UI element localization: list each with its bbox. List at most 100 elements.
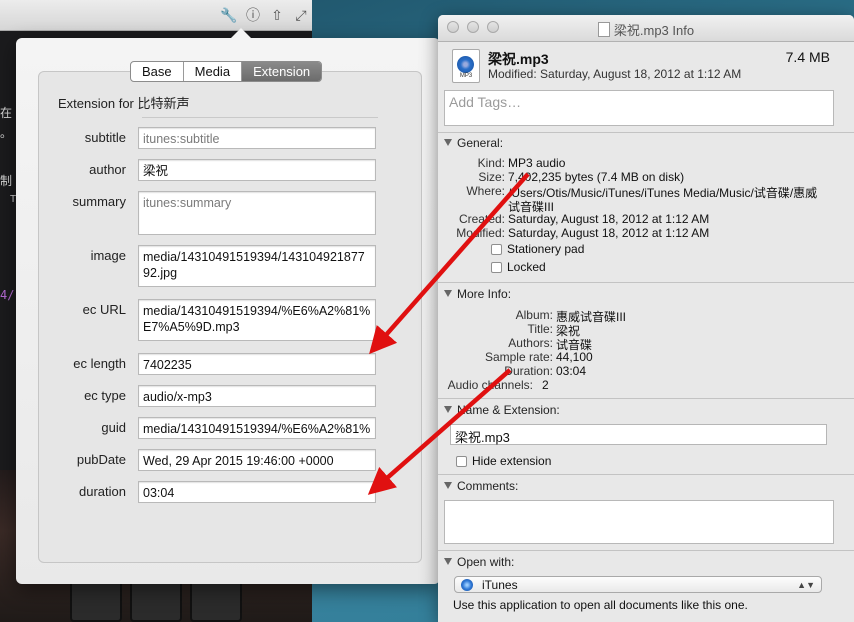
title-label: Title: bbox=[527, 322, 553, 336]
divider bbox=[142, 117, 378, 118]
stationery-pad-label: Stationery pad bbox=[507, 242, 585, 256]
summary-field[interactable]: itunes:summary bbox=[138, 191, 376, 235]
file-size: 7.4 MB bbox=[785, 49, 830, 65]
author-label: author bbox=[89, 162, 126, 177]
open-with-header: Open with: bbox=[457, 555, 515, 569]
album-label: Album: bbox=[515, 308, 553, 322]
locked-checkbox[interactable] bbox=[491, 262, 502, 273]
image-label: image bbox=[90, 248, 126, 263]
divider bbox=[438, 474, 854, 475]
where-label: Where: bbox=[466, 184, 505, 198]
divider bbox=[438, 282, 854, 283]
open-with-app: iTunes bbox=[482, 578, 518, 592]
divider bbox=[438, 398, 854, 399]
file-icon-label: MP3 bbox=[459, 73, 473, 79]
general-header: General: bbox=[457, 136, 504, 150]
terminal-line: 。 bbox=[0, 126, 13, 140]
duration-label: duration bbox=[79, 484, 126, 499]
terminal-toolbar: 🔧 ⓘ ⇧ ⤢ bbox=[0, 0, 312, 31]
created-value: Saturday, August 18, 2012 at 1:12 AM bbox=[508, 212, 710, 226]
file-info-window: 梁祝.mp3 Info MP3 梁祝.mp3 7.4 MB Modified: … bbox=[438, 15, 854, 622]
more-info-header: More Info: bbox=[457, 287, 512, 301]
comments-header: Comments: bbox=[457, 479, 519, 493]
title-bar: 梁祝.mp3 Info bbox=[438, 15, 854, 42]
file-modified: Modified: Saturday, August 18, 2012 at 1… bbox=[488, 67, 742, 81]
mp3-file-icon: MP3 bbox=[452, 49, 480, 83]
ec-length-label: ec length bbox=[73, 356, 126, 371]
comments-section-toggle[interactable]: Comments: bbox=[444, 479, 518, 493]
subtitle-field[interactable]: itunes:subtitle bbox=[138, 127, 376, 149]
document-icon bbox=[597, 22, 610, 37]
stationery-pad-checkbox[interactable] bbox=[491, 244, 502, 255]
modified-value: Saturday, August 18, 2012 at 1:12 AM bbox=[508, 226, 710, 240]
disclosure-triangle-icon[interactable] bbox=[444, 406, 452, 413]
ec-url-label: ec URL bbox=[82, 302, 126, 317]
more-info-section-toggle[interactable]: More Info: bbox=[444, 287, 511, 301]
open-with-section-toggle[interactable]: Open with: bbox=[444, 555, 514, 569]
guid-field[interactable]: media/14310491519394/%E6%A2%81% bbox=[138, 417, 376, 439]
disclosure-triangle-icon[interactable] bbox=[444, 558, 452, 565]
name-extension-header: Name & Extension: bbox=[457, 403, 560, 417]
ec-url-field[interactable]: media/14310491519394/%E6%A2%81%E7%A5%9D.… bbox=[138, 299, 376, 341]
audio-channels-value: 2 bbox=[542, 378, 549, 392]
itunes-icon bbox=[461, 579, 473, 591]
disclosure-triangle-icon[interactable] bbox=[444, 482, 452, 489]
general-section-toggle[interactable]: General: bbox=[444, 136, 503, 150]
image-field[interactable]: media/14310491519394/14310492187792.jpg bbox=[138, 245, 376, 287]
tab-media[interactable]: Media bbox=[182, 62, 241, 81]
ec-length-field[interactable]: 7402235 bbox=[138, 353, 376, 375]
size-value: 7,402,235 bytes (7.4 MB on disk) bbox=[508, 170, 685, 184]
kind-label: Kind: bbox=[477, 156, 505, 170]
authors-label: Authors: bbox=[508, 336, 553, 350]
locked-label: Locked bbox=[507, 260, 546, 274]
disclosure-triangle-icon[interactable] bbox=[444, 290, 452, 297]
comments-textarea[interactable] bbox=[444, 500, 834, 544]
modified-label: Modified: bbox=[456, 226, 505, 240]
expand-icon[interactable]: ⤢ bbox=[292, 6, 310, 24]
terminal-line: 在 bbox=[0, 106, 13, 120]
ec-type-label: ec type bbox=[84, 388, 126, 403]
popover-arrow bbox=[230, 28, 252, 39]
divider bbox=[438, 132, 854, 133]
sample-rate-label: Sample rate: bbox=[484, 350, 553, 364]
divider bbox=[438, 550, 854, 551]
tab-bar: Base Media Extension bbox=[130, 61, 323, 82]
open-with-popup[interactable]: iTunes ▲▼ bbox=[454, 576, 822, 593]
extension-popover: Base Media Extension Extension for 比特新声 … bbox=[16, 28, 440, 584]
wrench-icon[interactable]: 🔧 bbox=[220, 6, 238, 24]
pubdate-label: pubDate bbox=[76, 452, 126, 467]
disclosure-triangle-icon[interactable] bbox=[444, 139, 452, 146]
audio-channels-label: Audio channels: bbox=[447, 378, 533, 392]
file-name: 梁祝.mp3 bbox=[488, 51, 549, 67]
subtitle-label: subtitle bbox=[84, 130, 126, 145]
where-value: /Users/Otis/Music/iTunes/iTunes Media/Mu… bbox=[508, 186, 818, 200]
size-label: Size: bbox=[478, 170, 505, 184]
terminal-line: 制 bbox=[0, 174, 13, 188]
tab-base[interactable]: Base bbox=[131, 62, 183, 81]
window-title: 梁祝.mp3 Info bbox=[438, 20, 854, 39]
kind-value: MP3 audio bbox=[508, 156, 566, 170]
hide-extension-label: Hide extension bbox=[472, 454, 552, 468]
window-title-text: 梁祝.mp3 Info bbox=[613, 23, 695, 38]
duration-label: Duration: bbox=[504, 364, 553, 378]
ec-type-field[interactable]: audio/x-mp3 bbox=[138, 385, 376, 407]
guid-label: guid bbox=[101, 420, 126, 435]
open-with-note: Use this application to open all documen… bbox=[453, 598, 748, 612]
section-title: Extension for 比特新声 bbox=[58, 96, 190, 111]
pubdate-field[interactable]: Wed, 29 Apr 2015 19:46:00 +0000 bbox=[138, 449, 376, 471]
duration-field[interactable]: 03:04 bbox=[138, 481, 376, 503]
sample-rate-value: 44,100 bbox=[556, 350, 593, 364]
music-disc-icon bbox=[457, 56, 474, 73]
popup-arrows-icon: ▲▼ bbox=[797, 580, 815, 590]
duration-value: 03:04 bbox=[556, 364, 587, 378]
hide-extension-checkbox[interactable] bbox=[456, 456, 467, 467]
info-icon[interactable]: ⓘ bbox=[244, 6, 262, 24]
terminal-line: 4/ bbox=[0, 288, 15, 302]
share-icon[interactable]: ⇧ bbox=[268, 6, 286, 24]
file-name-field[interactable]: 梁祝.mp3 bbox=[450, 424, 827, 445]
author-field[interactable]: 梁祝 bbox=[138, 159, 376, 181]
name-extension-section-toggle[interactable]: Name & Extension: bbox=[444, 403, 560, 417]
summary-label: summary bbox=[72, 194, 126, 209]
tags-input[interactable]: Add Tags… bbox=[444, 90, 834, 126]
tab-extension[interactable]: Extension bbox=[241, 62, 322, 81]
